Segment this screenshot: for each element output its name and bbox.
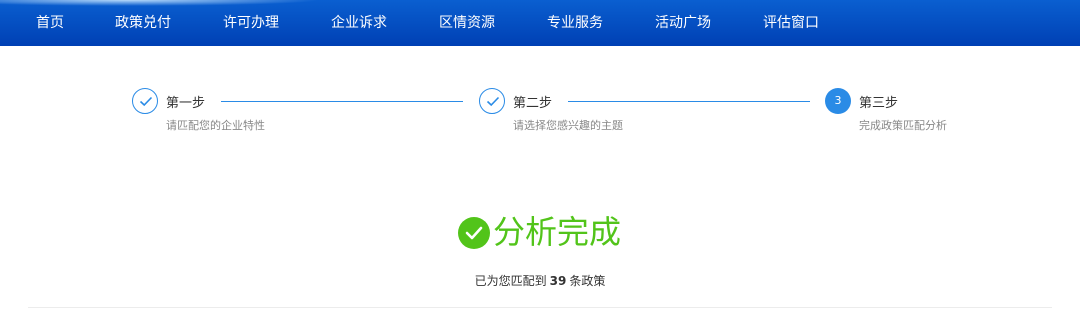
summary-suffix: 条政策 xyxy=(569,274,606,288)
top-nav: 首页 政策兑付 许可办理 企业诉求 区情资源 专业服务 活动广场 评估窗口 xyxy=(0,0,1080,46)
step-3-desc: 完成政策匹配分析 xyxy=(859,119,947,132)
nav-item-permit[interactable]: 许可办理 xyxy=(223,0,279,46)
matched-policy-count: 39 xyxy=(549,274,567,288)
summary-prefix: 已为您匹配到 xyxy=(474,274,547,288)
step-connector-1 xyxy=(221,101,463,102)
step-1-desc: 请匹配您的企业特性 xyxy=(166,119,265,132)
step-3-number: 3 xyxy=(834,94,842,107)
result-summary: 已为您匹配到 39 条政策 xyxy=(0,272,1080,289)
step-1-check-icon xyxy=(132,88,158,114)
nav-item-evaluation-window[interactable]: 评估窗口 xyxy=(763,0,819,46)
step-3-number-badge: 3 xyxy=(825,88,851,114)
nav-item-policy-payout[interactable]: 政策兑付 xyxy=(115,0,171,46)
nav-item-home[interactable]: 首页 xyxy=(36,0,64,46)
success-check-icon xyxy=(458,217,490,249)
step-2-check-icon xyxy=(479,88,505,114)
nav-item-district-resources[interactable]: 区情资源 xyxy=(439,0,495,46)
nav-item-professional-services[interactable]: 专业服务 xyxy=(547,0,603,46)
section-divider xyxy=(28,307,1052,308)
nav-item-activity-plaza[interactable]: 活动广场 xyxy=(655,0,711,46)
step-2-desc: 请选择您感兴趣的主题 xyxy=(513,119,623,132)
step-3-title: 第三步 xyxy=(859,96,899,111)
nav-item-enterprise-appeal[interactable]: 企业诉求 xyxy=(331,0,387,46)
step-2-title: 第二步 xyxy=(513,96,553,111)
result-title: 分析完成 xyxy=(493,213,622,251)
step-1-title: 第一步 xyxy=(166,96,206,111)
step-connector-2 xyxy=(568,101,810,102)
